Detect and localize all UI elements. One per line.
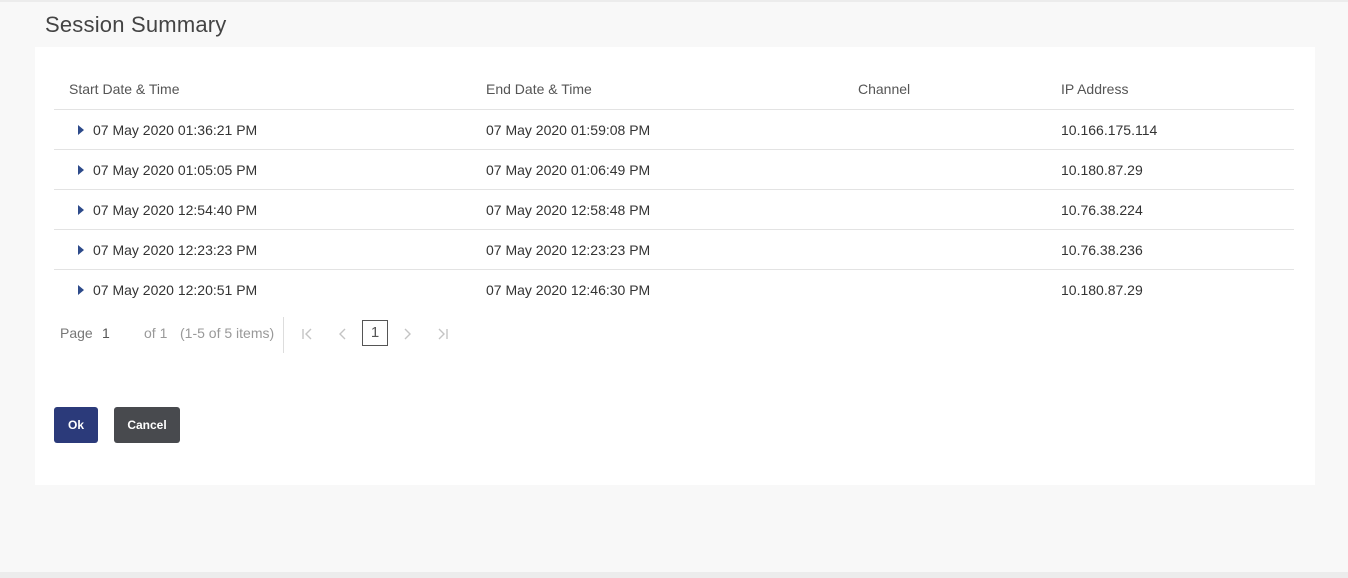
ip-address: 10.180.87.29 bbox=[1061, 282, 1143, 298]
end-datetime: 07 May 2020 12:23:23 PM bbox=[486, 242, 651, 258]
table-row: 07 May 2020 12:23:23 PM 07 May 2020 12:2… bbox=[54, 230, 1294, 270]
table-header: Start Date & Time End Date & Time Channe… bbox=[54, 69, 1294, 110]
next-page-icon[interactable] bbox=[399, 325, 415, 343]
end-datetime: 07 May 2020 12:58:48 PM bbox=[486, 202, 651, 218]
page-number-input[interactable] bbox=[98, 321, 138, 345]
previous-page-icon[interactable] bbox=[335, 325, 351, 343]
start-datetime: 07 May 2020 01:05:05 PM bbox=[93, 162, 258, 178]
top-divider bbox=[0, 0, 1348, 2]
ip-address: 10.166.175.114 bbox=[1061, 122, 1158, 138]
table-row: 07 May 2020 12:20:51 PM 07 May 2020 12:4… bbox=[54, 270, 1294, 310]
page-label: Page bbox=[60, 325, 93, 341]
end-datetime: 07 May 2020 01:06:49 PM bbox=[486, 162, 651, 178]
column-header-start: Start Date & Time bbox=[69, 81, 180, 97]
ip-address: 10.76.38.236 bbox=[1061, 242, 1143, 258]
table-row: 07 May 2020 01:05:05 PM 07 May 2020 01:0… bbox=[54, 150, 1294, 190]
first-page-icon[interactable] bbox=[299, 325, 315, 343]
column-header-channel: Channel bbox=[858, 81, 911, 97]
start-datetime: 07 May 2020 01:36:21 PM bbox=[93, 122, 258, 138]
ip-address: 10.76.38.224 bbox=[1061, 202, 1143, 218]
page-title: Session Summary bbox=[45, 12, 227, 37]
expand-caret-icon[interactable] bbox=[78, 245, 84, 255]
pager-divider bbox=[283, 317, 284, 353]
start-datetime: 07 May 2020 12:54:40 PM bbox=[93, 202, 258, 218]
expand-caret-icon[interactable] bbox=[78, 205, 84, 215]
bottom-divider bbox=[0, 572, 1348, 578]
expand-caret-icon[interactable] bbox=[78, 165, 84, 175]
ok-button[interactable]: Ok bbox=[54, 407, 98, 443]
session-table: Start Date & Time End Date & Time Channe… bbox=[54, 69, 1294, 310]
ip-address: 10.180.87.29 bbox=[1061, 162, 1143, 178]
column-header-ip: IP Address bbox=[1061, 81, 1129, 97]
items-range-label: (1-5 of 5 items) bbox=[180, 325, 275, 341]
table-row: 07 May 2020 12:54:40 PM 07 May 2020 12:5… bbox=[54, 190, 1294, 230]
column-header-end: End Date & Time bbox=[486, 81, 592, 97]
table-row: 07 May 2020 01:36:21 PM 07 May 2020 01:5… bbox=[54, 110, 1294, 150]
expand-caret-icon[interactable] bbox=[78, 125, 84, 135]
start-datetime: 07 May 2020 12:23:23 PM bbox=[93, 242, 258, 258]
last-page-icon[interactable] bbox=[435, 325, 451, 343]
expand-caret-icon[interactable] bbox=[78, 285, 84, 295]
end-datetime: 07 May 2020 12:46:30 PM bbox=[486, 282, 651, 298]
page-number-button[interactable]: 1 bbox=[362, 320, 388, 346]
session-summary-card: Start Date & Time End Date & Time Channe… bbox=[35, 47, 1315, 485]
page-count-label: of 1 bbox=[144, 325, 168, 341]
end-datetime: 07 May 2020 01:59:08 PM bbox=[486, 122, 651, 138]
start-datetime: 07 May 2020 12:20:51 PM bbox=[93, 282, 258, 298]
cancel-button[interactable]: Cancel bbox=[114, 407, 180, 443]
pagination-bar: Page of 1 (1-5 of 5 items) 1 bbox=[54, 315, 474, 353]
